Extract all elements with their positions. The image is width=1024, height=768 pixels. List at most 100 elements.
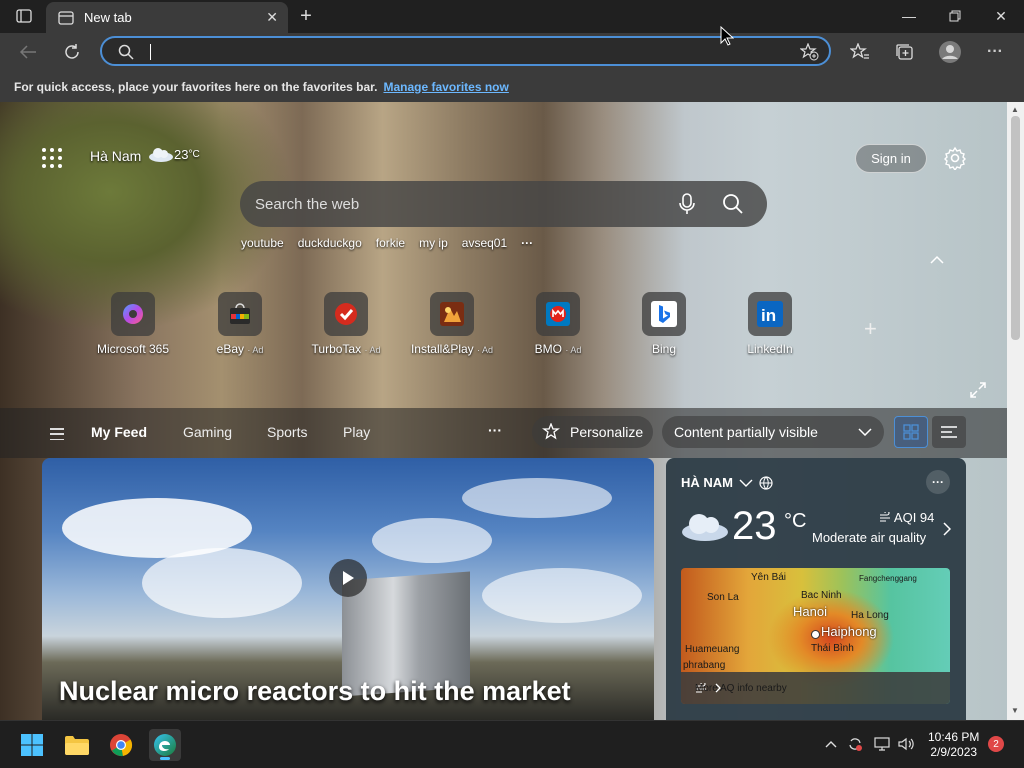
suggestions-more-button[interactable]: ···	[521, 236, 533, 250]
scrollbar-thumb[interactable]	[1011, 116, 1020, 340]
suggestion-my-ip[interactable]: my ip	[419, 236, 448, 250]
refresh-button[interactable]	[58, 38, 86, 66]
favorites-button[interactable]	[846, 38, 874, 66]
settings-more-button[interactable]: ···	[981, 38, 1009, 66]
sign-in-button[interactable]: Sign in	[855, 144, 927, 173]
expand-background-icon[interactable]	[970, 382, 986, 398]
web-search-input[interactable]	[255, 193, 655, 215]
map-label: Fangchenggang	[859, 574, 917, 583]
collapse-tiles-icon[interactable]	[930, 255, 944, 265]
content-visibility-dropdown[interactable]: Content partially visible	[662, 416, 884, 448]
back-button[interactable]	[14, 38, 42, 66]
manage-favorites-link[interactable]: Manage favorites now	[383, 80, 508, 94]
suggestion-forkie[interactable]: forkie	[376, 236, 405, 250]
taskbar: 10:46 PM 2/9/2023 2	[0, 720, 1024, 768]
quick-link-bing[interactable]: Bing	[619, 292, 709, 356]
clock[interactable]: 10:46 PM 2/9/2023	[928, 730, 979, 760]
chrome-button[interactable]	[105, 729, 137, 761]
air-icon	[880, 510, 890, 522]
feed-tab-play[interactable]: Play	[343, 424, 370, 440]
suggestion-avseq01[interactable]: avseq01	[462, 236, 507, 250]
web-search-box[interactable]	[240, 181, 767, 227]
edge-button[interactable]	[149, 729, 181, 761]
suggestion-youtube[interactable]: youtube	[241, 236, 284, 250]
tile-name: eBay	[216, 342, 244, 356]
bmo-icon	[536, 292, 580, 336]
tile-ad-label: · Ad	[247, 345, 264, 355]
collections-button[interactable]	[891, 38, 919, 66]
cloud-icon	[149, 148, 173, 162]
list-layout-button[interactable]	[932, 416, 966, 448]
play-icon	[343, 571, 354, 585]
page-settings-icon[interactable]	[943, 146, 967, 170]
map-label: Ha Long	[851, 610, 889, 621]
new-tab-button[interactable]: +	[294, 4, 318, 28]
install-play-icon	[430, 292, 474, 336]
linkedin-icon: in	[748, 292, 792, 336]
sync-icon	[849, 738, 862, 751]
add-site-button[interactable]: +	[864, 316, 877, 342]
feed-tab-sports[interactable]: Sports	[267, 424, 307, 440]
weather-card[interactable]: HÀ NAM ··· 23 °C AQI 94 Moderate air qua…	[666, 458, 966, 720]
suggestion-duckduckgo[interactable]: duckduckgo	[298, 236, 362, 250]
close-window-button[interactable]: ✕	[978, 4, 1024, 28]
menu-icon[interactable]	[50, 428, 64, 440]
microphone-icon[interactable]	[677, 193, 697, 215]
volume-button[interactable]	[898, 735, 916, 753]
start-button[interactable]	[16, 729, 48, 761]
grid-layout-button[interactable]	[894, 416, 928, 448]
add-favorite-icon[interactable]	[800, 43, 820, 61]
restore-button[interactable]	[932, 4, 978, 28]
weather-location-name: HÀ NAM	[681, 475, 733, 490]
speaker-icon	[898, 737, 914, 751]
news-headline[interactable]: Nuclear micro reactors to hit the market	[59, 676, 571, 707]
aqi-value[interactable]: AQI 94	[879, 510, 934, 525]
more-aq-label: More AQ info nearby	[695, 682, 787, 694]
chevron-right-icon[interactable]	[943, 522, 951, 536]
page-scrollbar[interactable]: ▲ ▼	[1007, 102, 1024, 720]
app-launcher-icon[interactable]	[42, 148, 62, 168]
scroll-up-icon[interactable]: ▲	[1011, 105, 1019, 114]
feed-more-button[interactable]: ···	[488, 422, 502, 438]
sync-status-button[interactable]	[846, 735, 864, 753]
weather-unit: °C	[188, 148, 200, 160]
personalize-icon	[542, 423, 560, 440]
cloud-shape	[462, 478, 612, 518]
personalize-button[interactable]: Personalize	[532, 416, 654, 448]
more-aq-link[interactable]: More AQ info nearby	[681, 672, 950, 704]
map-label: Bac Ninh	[801, 590, 842, 601]
quick-link-install-play[interactable]: Install&Play · Ad	[407, 292, 497, 356]
featured-news-card[interactable]: Nuclear micro reactors to hit the market	[42, 458, 654, 720]
minimize-button[interactable]: —	[886, 4, 932, 28]
quick-link-ebay[interactable]: eBay · Ad	[195, 292, 285, 356]
network-button[interactable]	[873, 735, 891, 753]
address-input[interactable]	[146, 41, 766, 61]
weather-location[interactable]: HÀ NAM	[681, 475, 773, 490]
location-label[interactable]: Hà Nam	[90, 148, 141, 164]
quick-link-microsoft-365[interactable]: Microsoft 365	[88, 292, 178, 356]
tab-close-icon[interactable]: ✕	[266, 9, 278, 26]
tab-new-tab[interactable]: New tab ✕	[46, 2, 288, 33]
feed-tab-my-feed[interactable]: My Feed	[91, 424, 147, 440]
quick-link-linkedin[interactable]: in LinkedIn	[725, 292, 815, 356]
quick-link-bmo[interactable]: BMO · Ad	[513, 292, 603, 356]
weather-more-button[interactable]: ···	[926, 470, 950, 494]
tile-name: LinkedIn	[747, 342, 793, 356]
svg-text:in: in	[761, 306, 776, 325]
search-submit-icon[interactable]	[722, 193, 744, 215]
show-hidden-icons-button[interactable]	[822, 735, 840, 753]
grid-layout-icon	[903, 424, 919, 440]
feed-navigation-bar: My Feed Gaming Sports Play ··· Personali…	[0, 408, 1007, 458]
favorites-icon	[850, 43, 869, 59]
restore-icon	[949, 10, 961, 22]
tab-actions-button[interactable]	[10, 6, 38, 26]
scroll-down-icon[interactable]: ▼	[1011, 706, 1019, 715]
notification-badge[interactable]: 2	[988, 736, 1004, 752]
play-video-button[interactable]	[329, 559, 367, 597]
air-quality-map[interactable]: Yên Bái Fangchenggang Son La Bac Ninh Ha…	[681, 568, 950, 704]
quick-link-turbotax[interactable]: TurboTax · Ad	[301, 292, 391, 356]
feed-tab-gaming[interactable]: Gaming	[183, 424, 232, 440]
profile-button[interactable]	[936, 38, 964, 66]
file-explorer-button[interactable]	[61, 729, 93, 761]
weather-summary[interactable]: 23 °C	[148, 146, 200, 162]
